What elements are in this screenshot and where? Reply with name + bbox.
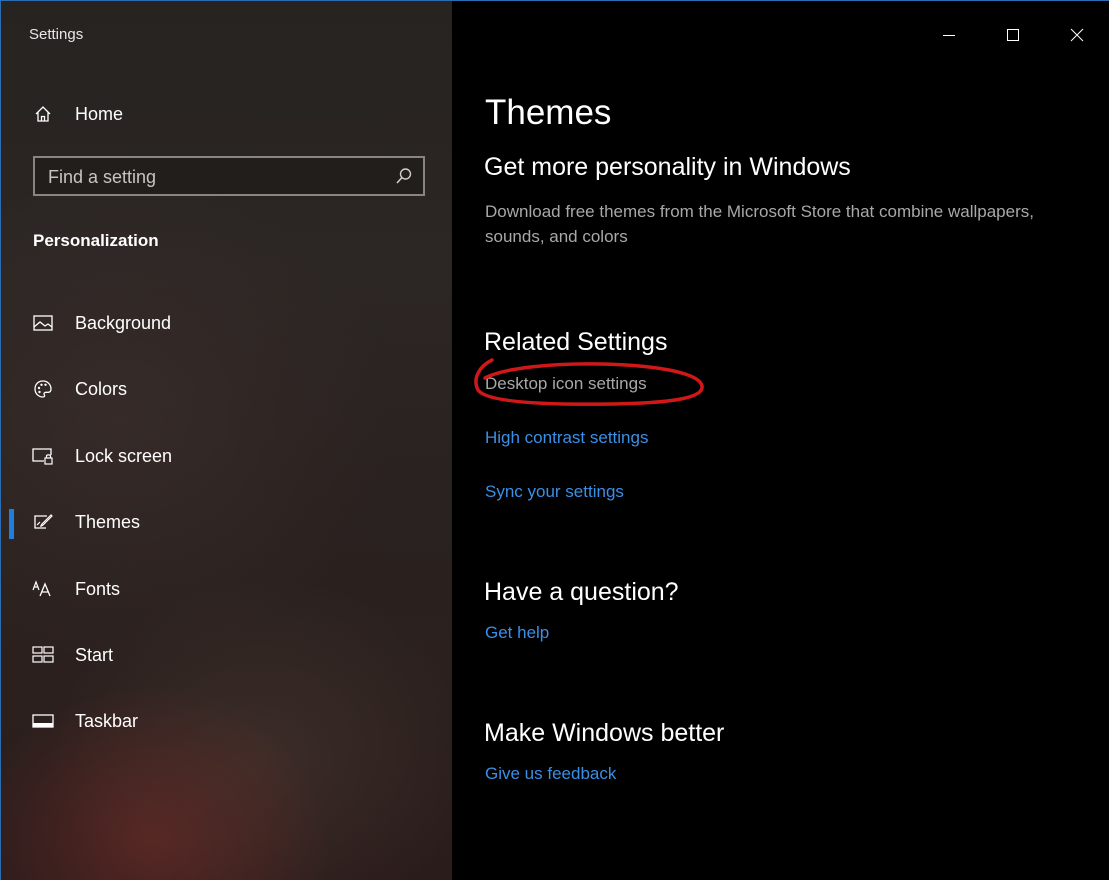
- sidebar-item-label: Background: [75, 312, 172, 333]
- sidebar-item-start[interactable]: Start: [0, 633, 452, 677]
- palette-icon: [32, 378, 54, 400]
- personality-heading: Get more personality in Windows: [484, 153, 851, 181]
- sidebar-item-taskbar[interactable]: Taskbar: [0, 699, 452, 743]
- sidebar: Settings Home Personalization Background…: [0, 0, 452, 880]
- picture-icon: [32, 312, 54, 334]
- maximize-icon: [1007, 29, 1019, 41]
- feedback-heading: Make Windows better: [484, 719, 725, 747]
- minimize-icon: [943, 35, 955, 36]
- sidebar-home[interactable]: Home: [33, 100, 123, 128]
- search-icon[interactable]: [395, 167, 413, 185]
- sidebar-item-label: Colors: [75, 378, 128, 399]
- window-border-left: [0, 0, 1, 880]
- sidebar-item-colors[interactable]: Colors: [0, 367, 452, 411]
- window-controls: [917, 0, 1109, 70]
- close-button[interactable]: [1045, 0, 1109, 70]
- sidebar-item-label: Start: [75, 644, 114, 665]
- section-title: Personalization: [33, 231, 159, 250]
- personality-description: Download free themes from the Microsoft …: [485, 202, 1034, 246]
- get-help-link[interactable]: Get help: [485, 623, 549, 643]
- sidebar-item-background[interactable]: Background: [0, 301, 452, 345]
- fonts-icon: [32, 578, 54, 600]
- sidebar-item-label: Lock screen: [75, 445, 173, 466]
- question-heading: Have a question?: [484, 578, 679, 606]
- selected-indicator: [9, 509, 14, 539]
- sidebar-item-label: Taskbar: [75, 710, 139, 731]
- give-feedback-link[interactable]: Give us feedback: [485, 764, 616, 784]
- window-border-top: [0, 0, 1109, 1]
- sidebar-item-fonts[interactable]: Fonts: [0, 567, 452, 611]
- home-icon: [33, 104, 53, 124]
- desktop-icon-settings-link[interactable]: Desktop icon settings: [485, 374, 647, 394]
- sync-settings-link[interactable]: Sync your settings: [485, 482, 624, 502]
- sidebar-item-label: Themes: [75, 511, 141, 532]
- search-input[interactable]: [35, 158, 390, 196]
- high-contrast-settings-link[interactable]: High contrast settings: [485, 428, 648, 448]
- sidebar-item-label: Fonts: [75, 578, 121, 599]
- home-label: Home: [75, 103, 124, 124]
- close-icon: [1070, 28, 1084, 42]
- page-title: Themes: [485, 93, 612, 132]
- taskbar-icon: [32, 710, 54, 732]
- start-tiles-icon: [32, 644, 54, 666]
- maximize-button[interactable]: [981, 0, 1045, 70]
- search-box[interactable]: [33, 156, 425, 196]
- main-content: Themes Get more personality in Windows D…: [452, 0, 1109, 880]
- app-title: Settings: [29, 26, 84, 43]
- minimize-button[interactable]: [917, 0, 981, 70]
- themes-brush-icon: [32, 511, 54, 533]
- sidebar-item-themes[interactable]: Themes: [0, 500, 452, 544]
- sidebar-item-lock-screen[interactable]: Lock screen: [0, 434, 452, 478]
- lock-screen-icon: [32, 445, 54, 467]
- related-settings-heading: Related Settings: [484, 328, 668, 356]
